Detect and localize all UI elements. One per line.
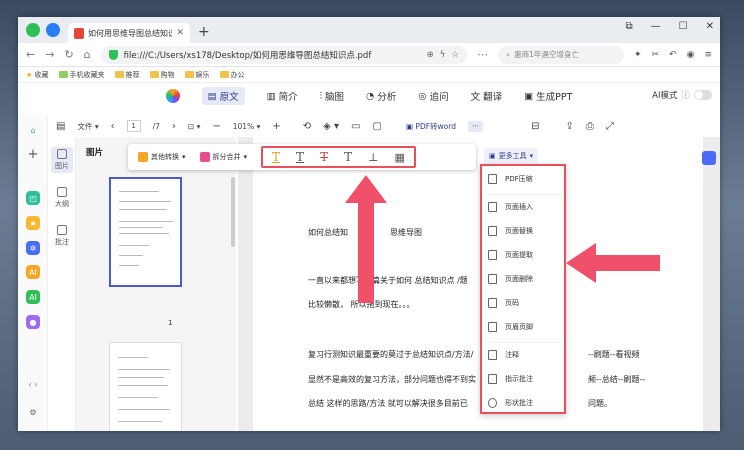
sidebar-item-outline[interactable]: 大纲 bbox=[51, 187, 73, 209]
pdf-workspace: ▤ 文件 ▾ ‹ 1 /7 › ⊡ ▾ − 101% ▾ + ⟲ ◈ ▾ ▭ ▢… bbox=[18, 17, 720, 431]
header-footer-icon bbox=[488, 322, 497, 332]
file-menu[interactable]: 文件 ▾ bbox=[77, 121, 98, 132]
doc-line-5: 总结 这样的思路/方法 就可以解决很多目前已 bbox=[308, 399, 468, 408]
split-icon bbox=[199, 152, 210, 162]
print-icon[interactable]: ⎙ bbox=[586, 121, 594, 132]
text-highlight-icon[interactable]: T bbox=[272, 150, 280, 164]
page-delete-icon bbox=[488, 274, 497, 284]
signature-icon[interactable]: ▦ bbox=[394, 151, 404, 164]
menu-page-delete[interactable]: 页面删除 bbox=[488, 274, 533, 284]
menu-shape-comment[interactable]: 形状批注 bbox=[488, 398, 533, 408]
prev-page-icon[interactable]: ‹ bbox=[111, 121, 115, 132]
thumbnail-scrollbar[interactable] bbox=[231, 177, 235, 247]
menu-page-number[interactable]: 页码 bbox=[488, 298, 519, 308]
ai-rail-icon[interactable]: AI bbox=[26, 265, 40, 279]
home-rail-icon[interactable]: ⌂ bbox=[26, 123, 40, 137]
fullscreen-icon[interactable]: ⤢ bbox=[606, 121, 614, 132]
next-page-icon[interactable]: › bbox=[172, 121, 176, 132]
menu-page-extract[interactable]: 页面提取 bbox=[488, 250, 533, 260]
note-icon[interactable]: ▭ bbox=[351, 121, 360, 132]
doc-line-4-end: 频--总结--刷题-- bbox=[588, 375, 646, 384]
collapse-rail-icon[interactable]: ‹ › bbox=[26, 377, 40, 391]
left-arrow-annotation bbox=[566, 243, 660, 283]
floating-toolbar: 其他转换 ▾ 拆分合并 ▾ T T T T ⊥ ▦ bbox=[128, 144, 476, 170]
stamp-icon[interactable]: ⊥ bbox=[368, 151, 378, 164]
menu-header-footer[interactable]: 页眉页脚 bbox=[488, 322, 533, 332]
page-number-icon bbox=[488, 298, 497, 308]
shape-comment-icon bbox=[488, 398, 497, 408]
ai-assistant-icon[interactable] bbox=[702, 151, 716, 165]
sidebar-item-annotations[interactable]: 批注 bbox=[51, 225, 73, 247]
up-arrow-annotation bbox=[345, 175, 387, 303]
page-insert-icon bbox=[488, 202, 497, 212]
nodes-rail-icon[interactable]: ✲ bbox=[26, 241, 40, 255]
rotate-icon[interactable]: ⟲ bbox=[303, 121, 311, 132]
thumbnail-panel: 图片 1 bbox=[76, 137, 236, 431]
fit-width-icon[interactable]: ⊡ ▾ bbox=[188, 122, 200, 131]
zoom-out-icon[interactable]: − bbox=[212, 121, 220, 132]
image-icon bbox=[57, 149, 67, 159]
star-rail-icon[interactable]: ★ bbox=[26, 216, 40, 230]
convert-icon bbox=[138, 152, 148, 162]
text-strikethrough-icon[interactable]: T bbox=[320, 150, 328, 164]
menu-pdf-compress[interactable]: PDF压缩 bbox=[488, 174, 533, 184]
menu-annotation[interactable]: 注释 bbox=[488, 350, 519, 360]
page-thumbnail-2[interactable] bbox=[109, 342, 182, 431]
more-tools-menu: PDF压缩 页面插入 页面替换 页面提取 页面删除 页码 页眉页脚 注释 指示批… bbox=[480, 164, 566, 414]
document-page: 如何总结知 思维导图 一直以来都想写一篇关于如何 总结知识点 /题 比较懒散， 所… bbox=[253, 137, 703, 431]
chat-rail-icon[interactable]: ◰ bbox=[26, 191, 40, 205]
doc-sidebar: 图片 大纲 批注 bbox=[48, 137, 76, 431]
page-replace-icon bbox=[488, 226, 497, 236]
export-icon[interactable]: ⇪ bbox=[566, 121, 574, 132]
split-merge-button[interactable]: 拆分合并 ▾ bbox=[199, 152, 247, 162]
page-extract-icon bbox=[488, 250, 497, 260]
menu-page-insert[interactable]: 页面插入 bbox=[488, 202, 533, 212]
bubble-rail-icon[interactable]: ● bbox=[26, 315, 40, 329]
text-underline-icon[interactable]: T bbox=[296, 150, 304, 164]
outline-icon bbox=[57, 187, 67, 197]
pdf-to-word-button[interactable]: ▣ PDF转word bbox=[406, 121, 456, 132]
page-thumbnail-1[interactable] bbox=[109, 177, 182, 287]
doc-line-4: 显然不是高效的复习方法，部分问题也得不到实 bbox=[308, 375, 476, 384]
settings-rail-icon[interactable]: ⚙ bbox=[26, 405, 40, 419]
zoom-select[interactable]: 101% ▾ bbox=[233, 122, 261, 131]
menu-page-replace[interactable]: 页面替换 bbox=[488, 226, 533, 236]
scan-icon[interactable]: ⊟ bbox=[531, 121, 539, 132]
menu-pointer-comment[interactable]: 指示批注 bbox=[488, 374, 533, 384]
sidebar-item-images[interactable]: 图片 bbox=[51, 147, 73, 173]
text-format-group: T T T T ⊥ ▦ bbox=[261, 146, 416, 168]
doc-line-3-end: --刷题--看视频 bbox=[588, 350, 640, 359]
compress-icon bbox=[488, 174, 497, 184]
comment-icon[interactable]: ▢ bbox=[372, 121, 381, 132]
text-insert-icon[interactable]: T bbox=[344, 150, 352, 164]
pointer-comment-icon bbox=[488, 374, 497, 384]
page-input[interactable]: 1 bbox=[126, 120, 141, 132]
ai2-rail-icon[interactable]: AI bbox=[26, 290, 40, 304]
add-rail-icon[interactable]: + bbox=[26, 147, 40, 162]
doc-line-3: 复习行测知识最重要的莫过于总结知识点/方法/ bbox=[308, 350, 474, 359]
other-convert-button[interactable]: 其他转换 ▾ bbox=[138, 152, 186, 162]
annotation-icon bbox=[488, 350, 497, 360]
left-rail: ⌂ + ◰ ★ ✲ AI AI ● ‹ › ⚙ bbox=[18, 115, 48, 431]
zoom-in-icon[interactable]: + bbox=[272, 121, 280, 132]
annotation-icon bbox=[57, 225, 67, 235]
fill-icon[interactable]: ◈ ▾ bbox=[323, 121, 339, 132]
doc-line-5-end: 问题。 bbox=[588, 399, 612, 408]
more-tools-button[interactable]: ▣ 更多工具 ▾ bbox=[484, 148, 539, 164]
sidebar-toggle-icon[interactable]: ▤ bbox=[56, 121, 65, 132]
pdf-toolbar: ▤ 文件 ▾ ‹ 1 /7 › ⊡ ▾ − 101% ▾ + ⟲ ◈ ▾ ▭ ▢… bbox=[56, 120, 614, 132]
more-button[interactable]: ··· bbox=[467, 120, 484, 132]
